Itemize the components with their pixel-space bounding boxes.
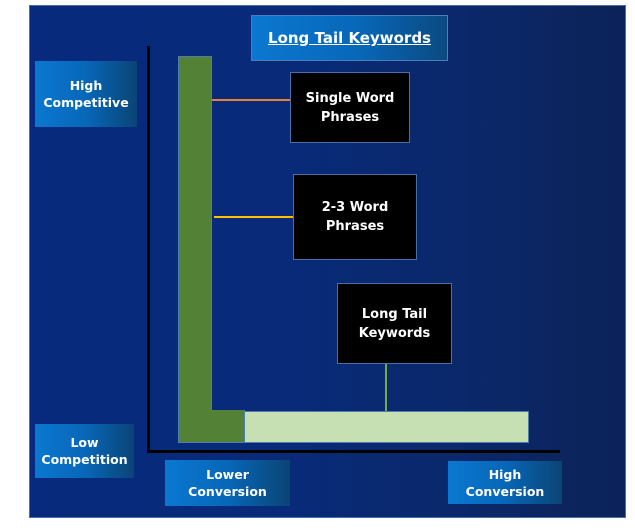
conversion-bar-horizontal — [244, 411, 529, 443]
x-axis-left-label: Lower Conversion — [165, 460, 290, 506]
connector-single-word — [212, 99, 290, 101]
competition-bar-foot — [178, 410, 245, 443]
x-axis-line — [147, 450, 560, 453]
diagram-title: Long Tail Keywords — [251, 15, 448, 61]
callout-single-word-phrases: Single Word Phrases — [290, 72, 410, 143]
y-axis-line — [147, 46, 150, 453]
diagram-title-text: Long Tail Keywords — [268, 29, 431, 47]
y-axis-bottom-label: Low Competition — [35, 424, 134, 478]
connector-long-tail — [385, 364, 387, 411]
connector-2-3-word — [214, 216, 294, 218]
y-axis-top-label: High Competitive — [35, 61, 137, 127]
callout-2-3-word-phrases: 2-3 Word Phrases — [293, 174, 417, 260]
x-axis-right-label: High Conversion — [448, 461, 562, 504]
callout-long-tail-keywords: Long Tail Keywords — [337, 283, 452, 364]
competition-bar-vertical — [178, 56, 212, 443]
